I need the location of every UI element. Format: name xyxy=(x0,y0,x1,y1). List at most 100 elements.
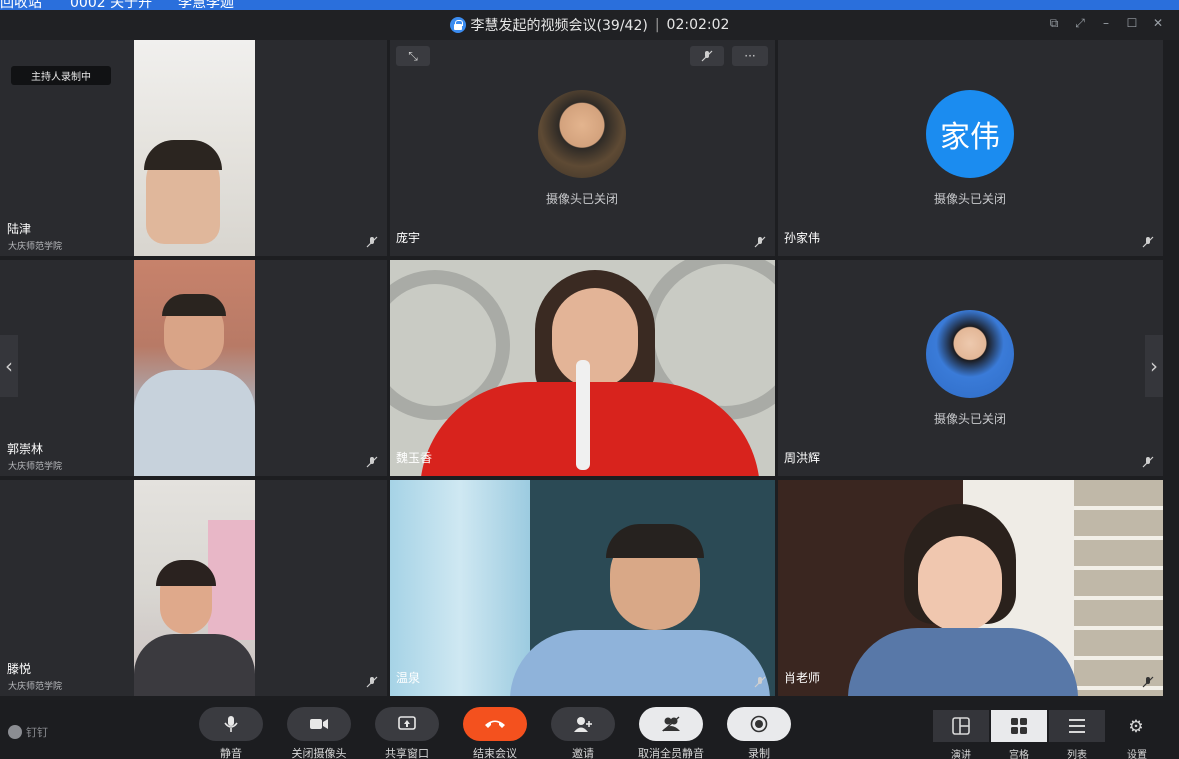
participant-video xyxy=(134,480,255,696)
previous-page-arrow[interactable]: ‹ xyxy=(0,335,18,397)
participant-name: 滕悦 xyxy=(7,662,32,676)
grid-view-icon xyxy=(1011,718,1027,734)
taskbar-text: 回收站 xyxy=(0,0,42,10)
lock-icon xyxy=(449,17,466,33)
participant-name: 温泉 xyxy=(396,671,421,685)
brand-logo: 钉钉 xyxy=(8,724,48,740)
participant-org: 大庆师范学院 xyxy=(8,242,63,252)
meeting-timer: 02:02:02 xyxy=(666,17,730,33)
participant-tile[interactable]: 魏玉香 xyxy=(390,260,775,476)
title-bar: 李慧发起的视频会议(39/42) | 02:02:02 ⧉ ⤢ – ☐ ✕ xyxy=(0,10,1179,40)
microphone-stand xyxy=(576,360,590,470)
participant-tile[interactable]: 滕悦 大庆师范学院 xyxy=(0,480,387,696)
camera-off-label: 关闭摄像头 xyxy=(291,747,347,759)
mic-toggle-icon[interactable] xyxy=(690,46,724,66)
invite-button[interactable] xyxy=(551,707,615,741)
camera-off-button[interactable] xyxy=(287,707,351,741)
meeting-toolbar: 钉钉 静音 关闭摄像头 共享窗口 结束会议 邀请 取消全员静音 录制 演讲 宫格… xyxy=(0,700,1179,759)
record-icon xyxy=(750,715,768,733)
dingtalk-icon xyxy=(8,725,22,739)
speaker-view-icon xyxy=(952,717,970,735)
unmute-all-icon xyxy=(662,716,680,732)
brand-name: 钉钉 xyxy=(26,726,48,739)
person-hair xyxy=(144,140,222,170)
participant-video xyxy=(134,260,255,476)
grid-view-button[interactable] xyxy=(991,710,1047,742)
muted-mic-icon xyxy=(366,676,378,688)
settings-gear-icon[interactable]: ⚙ xyxy=(1127,718,1145,736)
participant-name: 周洪辉 xyxy=(784,451,821,465)
participant-tile[interactable]: 家伟 摄像头已关闭 孙家伟 xyxy=(778,40,1163,256)
list-view-icon xyxy=(1069,719,1085,733)
muted-mic-icon xyxy=(366,236,378,248)
participant-name: 庞宇 xyxy=(396,231,421,245)
invite-user-icon xyxy=(574,717,592,732)
participant-tile[interactable]: 温泉 xyxy=(390,480,775,696)
participant-tile[interactable]: ⤡ ··· 摄像头已关闭 庞宇 xyxy=(390,40,775,256)
end-meeting-button[interactable] xyxy=(463,707,527,741)
person-hair xyxy=(606,524,704,558)
list-view-label: 列表 xyxy=(1067,750,1087,759)
person-shirt xyxy=(134,634,255,696)
record-button[interactable] xyxy=(727,707,791,741)
participant-tile[interactable]: 肖老师 xyxy=(778,480,1163,696)
title-separator: | xyxy=(654,17,660,33)
participant-name: 郭崇林 xyxy=(7,442,44,456)
record-label: 录制 xyxy=(748,747,770,759)
person-face xyxy=(552,288,638,388)
participant-name: 肖老师 xyxy=(784,671,821,685)
camera-off-text: 摄像头已关闭 xyxy=(933,192,1006,206)
background-curtain xyxy=(390,480,530,696)
taskbar-text: 0002 关于开 xyxy=(70,0,153,10)
muted-mic-icon xyxy=(1142,456,1154,468)
muted-mic-icon xyxy=(1142,676,1154,688)
mute-label: 静音 xyxy=(220,747,242,759)
share-window-button[interactable] xyxy=(375,707,439,741)
speaker-view-label: 演讲 xyxy=(951,750,971,759)
muted-mic-icon xyxy=(754,236,766,248)
participant-avatar: 家伟 xyxy=(926,90,1014,178)
person-hair xyxy=(162,294,226,316)
person-hair xyxy=(156,560,216,586)
participant-org: 大庆师范学院 xyxy=(8,682,63,692)
share-window-label: 共享窗口 xyxy=(385,747,429,759)
close-icon[interactable]: ✕ xyxy=(1151,16,1165,30)
camera-off-text: 摄像头已关闭 xyxy=(933,412,1006,426)
grid-view-label: 宫格 xyxy=(1009,750,1029,759)
video-camera-icon xyxy=(310,719,328,729)
fullscreen-icon[interactable]: ⤢ xyxy=(1073,16,1087,30)
next-page-arrow[interactable]: › xyxy=(1145,335,1163,397)
muted-mic-icon xyxy=(366,456,378,468)
participant-name: 孙家伟 xyxy=(784,231,821,245)
participant-avatar xyxy=(926,310,1014,398)
share-screen-icon xyxy=(398,716,416,730)
taskbar-remnant: 回收站 0002 关于开 李慧李迦 xyxy=(0,0,1179,10)
background-bookshelf xyxy=(1074,480,1163,696)
unmute-all-button[interactable] xyxy=(639,707,703,741)
participant-tile[interactable]: 主持人录制中 陆津 大庆师范学院 xyxy=(0,40,387,256)
more-options-button[interactable]: ··· xyxy=(732,46,768,66)
pop-out-icon[interactable]: ⧉ xyxy=(1047,16,1061,30)
microphone-icon xyxy=(224,716,238,732)
muted-mic-icon xyxy=(1142,236,1154,248)
maximize-icon[interactable]: ☐ xyxy=(1125,16,1139,30)
person-face xyxy=(918,536,1002,632)
meeting-title: 李慧发起的视频会议(39/42) xyxy=(470,18,648,34)
taskbar-text: 李慧李迦 xyxy=(178,0,234,10)
settings-label: 设置 xyxy=(1127,750,1147,759)
mute-button[interactable] xyxy=(199,707,263,741)
speaker-view-button[interactable] xyxy=(933,710,989,742)
participant-tile[interactable]: 摄像头已关闭 周洪辉 xyxy=(778,260,1163,476)
list-view-button[interactable] xyxy=(1049,710,1105,742)
person-shirt xyxy=(848,628,1078,696)
person-shirt xyxy=(134,370,255,476)
minimize-icon[interactable]: – xyxy=(1099,16,1113,30)
participant-org: 大庆师范学院 xyxy=(8,462,63,472)
expand-icon[interactable]: ⤡ xyxy=(396,46,430,66)
end-meeting-label: 结束会议 xyxy=(473,747,517,759)
participant-tile[interactable]: 郭崇林 大庆师范学院 xyxy=(0,260,387,476)
invite-label: 邀请 xyxy=(572,747,594,759)
participant-video xyxy=(134,40,255,256)
recording-badge: 主持人录制中 xyxy=(11,66,111,85)
video-conference-window: 回收站 0002 关于开 李慧李迦 李慧发起的视频会议(39/42) | 02:… xyxy=(0,0,1179,759)
